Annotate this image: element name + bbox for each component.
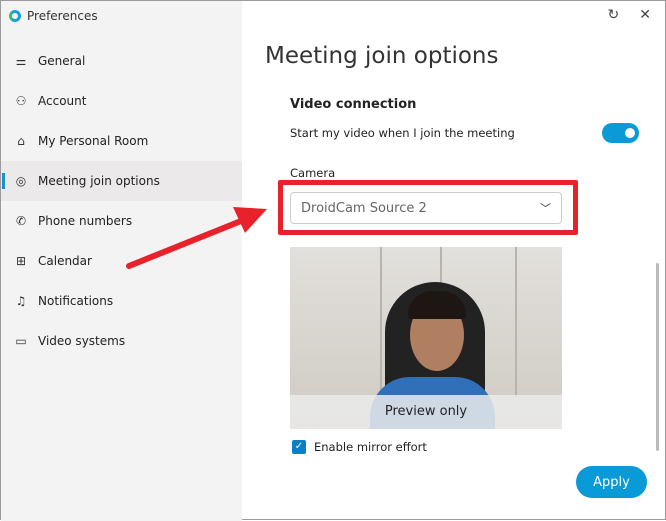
annotation-arrow [126,207,267,269]
